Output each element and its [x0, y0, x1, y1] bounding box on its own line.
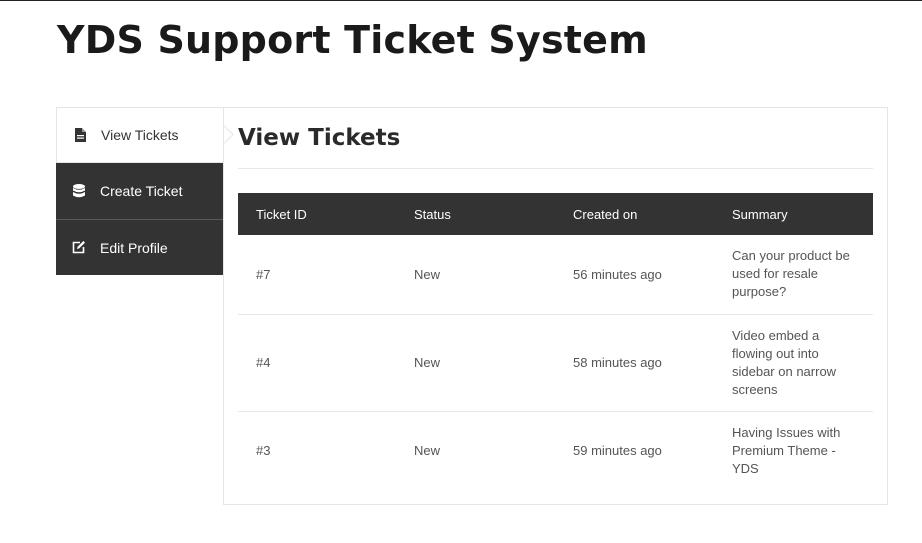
ticket-summary-cell[interactable]: Video embed a flowing out into sidebar o… [714, 314, 873, 412]
table-header-row: Ticket ID Status Created on Summary [238, 193, 873, 235]
sidebar-item-label: Edit Profile [100, 239, 168, 256]
ticket-id-cell[interactable]: #4 [238, 314, 396, 412]
ticket-status-cell: New [396, 235, 555, 315]
sidebar-nav: View Tickets Create Ticket Edit Profile [56, 107, 223, 275]
ticket-status-cell: New [414, 443, 441, 459]
ticket-id-cell[interactable]: #3 [238, 411, 396, 490]
site-title: YDS Support Ticket System [57, 18, 648, 62]
table-row[interactable]: #4 New 58 minutes ago Video embed a flow… [238, 314, 873, 412]
ticket-created-cell: 59 minutes ago [573, 443, 662, 459]
sidebar-item-view-tickets[interactable]: View Tickets [56, 107, 223, 163]
main-panel: View Tickets Ticket ID Status Created on… [223, 107, 888, 505]
ticket-created-cell: 58 minutes ago [555, 314, 714, 412]
column-header-created-on[interactable]: Created on [555, 193, 714, 235]
ticket-summary-cell[interactable]: Having Issues with Premium Theme - YDS [714, 411, 873, 490]
page-title: View Tickets [238, 125, 401, 151]
page: YDS Support Ticket System View Tickets C… [0, 0, 922, 543]
sidebar-item-edit-profile[interactable]: Edit Profile [56, 219, 223, 275]
edit-icon [72, 240, 86, 256]
sidebar-item-create-ticket[interactable]: Create Ticket [56, 163, 223, 219]
table-row[interactable]: #3 New 59 minutes ago Having Issues with… [238, 411, 873, 490]
document-icon [73, 127, 87, 143]
divider [238, 168, 873, 169]
column-header-status[interactable]: Status [396, 193, 555, 235]
sidebar-item-label: Create Ticket [100, 183, 183, 199]
database-icon [72, 183, 86, 199]
ticket-summary-cell[interactable]: Can your product be used for resale purp… [714, 235, 873, 315]
column-header-ticket-id[interactable]: Ticket ID [238, 193, 396, 235]
ticket-id-cell[interactable]: #7 [238, 235, 396, 315]
ticket-created-cell: 56 minutes ago [555, 235, 714, 315]
sidebar-item-label: View Tickets [101, 127, 179, 143]
table-row[interactable]: #7 New 56 minutes ago Can your product b… [238, 235, 873, 315]
tickets-table: Ticket ID Status Created on Summary #7 N… [238, 193, 873, 490]
column-header-summary[interactable]: Summary [714, 193, 873, 235]
ticket-status-cell: New [396, 314, 555, 412]
